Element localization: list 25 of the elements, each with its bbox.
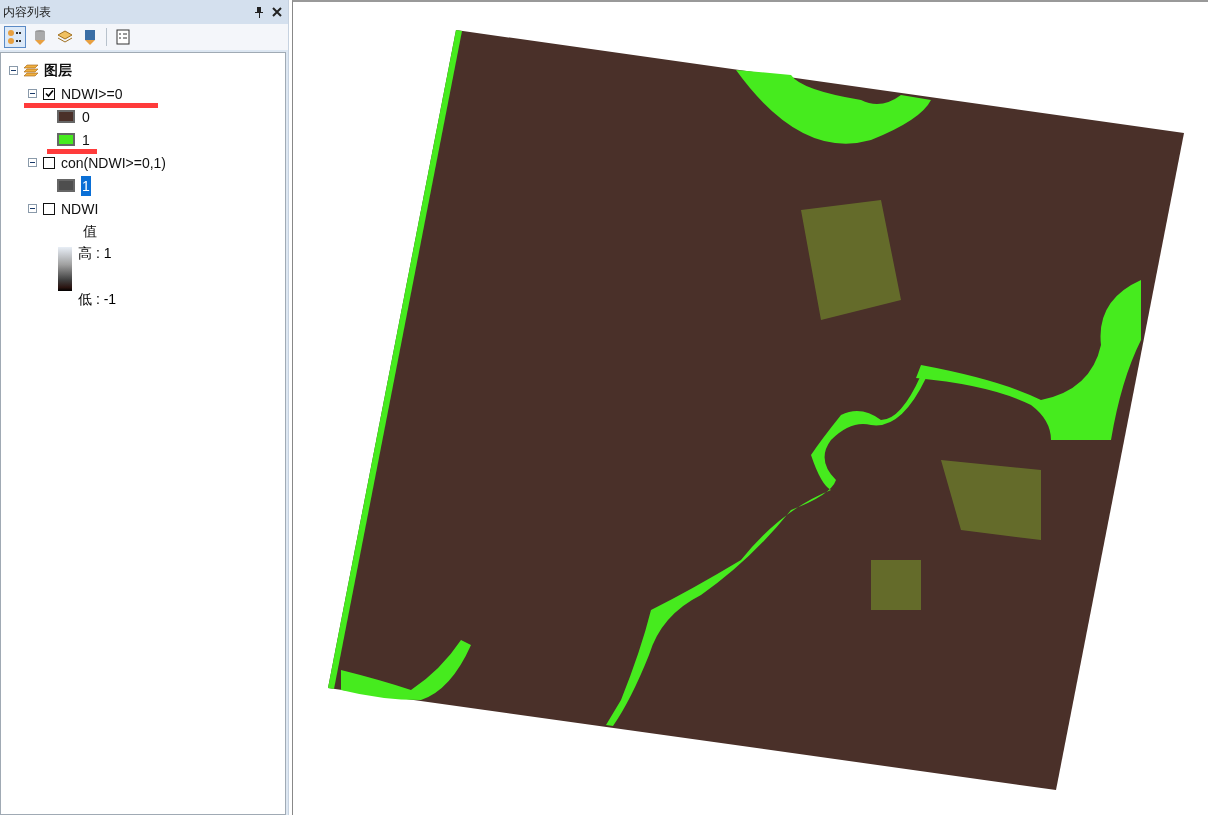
- collapse-icon[interactable]: [28, 158, 37, 167]
- layer-name[interactable]: NDWI>=0: [61, 85, 123, 102]
- collapse-icon[interactable]: [9, 66, 18, 75]
- collapse-icon[interactable]: [28, 89, 37, 98]
- tree-root-label[interactable]: 图层: [44, 61, 72, 80]
- close-icon[interactable]: [272, 7, 282, 17]
- layer-checkbox[interactable]: [43, 156, 55, 169]
- layer-name[interactable]: NDWI: [61, 200, 99, 217]
- legend-label[interactable]: 1: [81, 129, 91, 150]
- legend-heading: 值: [83, 222, 97, 241]
- layer-checkbox[interactable]: [43, 202, 55, 215]
- high-value-label: 高 : 1: [78, 244, 113, 263]
- list-by-drawing-order-button[interactable]: [4, 26, 26, 48]
- panel-title: 内容列表: [3, 3, 52, 21]
- layer-name[interactable]: con(NDWI>=0,1): [61, 154, 167, 171]
- collapse-icon[interactable]: [28, 204, 37, 213]
- legend-label[interactable]: 0: [81, 106, 91, 127]
- grayscale-ramp: [58, 247, 72, 291]
- low-value-label: 低 : -1: [78, 290, 117, 309]
- options-list-icon: [114, 28, 132, 46]
- pin-icon[interactable]: [254, 6, 264, 18]
- legend-label[interactable]: 1: [81, 175, 91, 196]
- layer-checkbox[interactable]: [43, 87, 55, 100]
- list-by-drawing-order-icon: [6, 28, 24, 46]
- layers-icon: [23, 63, 39, 78]
